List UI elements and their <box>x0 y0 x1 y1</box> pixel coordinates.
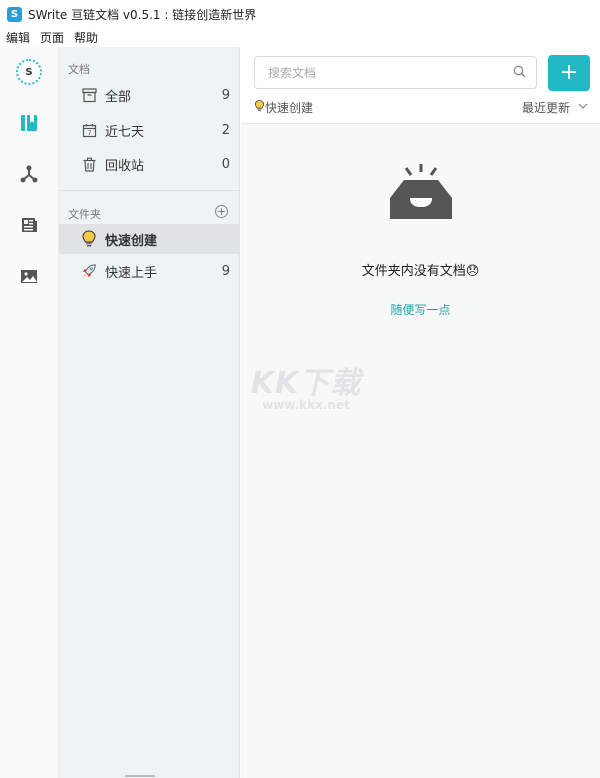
nav-item-count: 2 <box>221 122 230 138</box>
search-box[interactable] <box>254 56 537 89</box>
app-logo: S <box>7 6 22 22</box>
notebook-icon[interactable] <box>17 111 41 135</box>
nav-item-count: 0 <box>221 156 230 172</box>
resize-handle[interactable] <box>125 775 155 777</box>
graph-icon[interactable] <box>17 162 41 186</box>
lightbulb-icon <box>254 99 265 116</box>
nav-item-trash[interactable]: 回收站 0 <box>59 149 240 179</box>
menu-edit[interactable]: 编辑 <box>6 29 30 46</box>
folder-item-quick-create[interactable]: 快速创建 <box>59 224 240 254</box>
watermark-logo: KK下载 <box>250 366 362 401</box>
menu-page[interactable]: 页面 <box>40 29 64 46</box>
write-something-link[interactable]: 随便写一点 <box>241 301 600 318</box>
folder-item-count: 9 <box>221 263 230 279</box>
folder-item-label: 快速创建 <box>105 233 158 249</box>
empty-state: 文件夹内没有文档😞 随便写一点 <box>241 162 600 318</box>
current-folder-crumb: 快速创建 <box>254 99 313 116</box>
docs-section-label: 文档 <box>68 63 90 76</box>
window-title: SWrite 亘链文档 v0.5.1 : 链接创造新世界 <box>28 7 257 22</box>
divider <box>59 190 240 191</box>
lightbulb-icon <box>81 230 97 247</box>
nav-item-label: 全部 <box>105 89 132 105</box>
sort-label: 最近更新 <box>521 101 570 115</box>
add-folder-icon[interactable]: + <box>215 205 228 218</box>
image-icon[interactable] <box>17 264 41 288</box>
avatar[interactable]: S <box>16 59 42 85</box>
current-folder-name: 快速创建 <box>265 101 314 115</box>
chevron-down-icon <box>578 102 588 113</box>
search-icon[interactable] <box>513 63 526 82</box>
icon-rail: S <box>0 47 59 778</box>
newspaper-icon[interactable] <box>17 213 41 237</box>
nav-item-recent[interactable]: 7 近七天 2 <box>59 115 240 145</box>
folder-item-getting-started[interactable]: 快速上手 9 <box>59 256 240 286</box>
svg-text:7: 7 <box>87 130 91 137</box>
sort-dropdown[interactable]: 最近更新 <box>522 99 588 116</box>
folder-panel: 文档 全部 9 7 近七天 2 回收站 0 文件夹 + 快速创建 快速上手 9 <box>59 47 240 778</box>
new-document-button[interactable]: + <box>548 55 590 91</box>
title-bar: S SWrite 亘链文档 v0.5.1 : 链接创造新世界 <box>0 0 600 28</box>
nav-item-all[interactable]: 全部 9 <box>59 80 240 110</box>
trash-icon <box>81 156 97 172</box>
menu-help[interactable]: 帮助 <box>74 29 98 46</box>
empty-message: 文件夹内没有文档😞 <box>361 264 480 279</box>
folders-section-label: 文件夹 <box>68 208 101 221</box>
main-header: + 快速创建 最近更新 <box>241 47 600 124</box>
calendar-icon: 7 <box>81 122 97 138</box>
menu-bar: 编辑 页面 帮助 <box>0 28 600 46</box>
search-input[interactable] <box>268 65 513 80</box>
nav-item-count: 9 <box>221 87 230 103</box>
inbox-icon <box>81 87 97 103</box>
main-area: + 快速创建 最近更新 文件夹内没有文档😞 随便写一 <box>241 47 600 778</box>
nav-item-label: 回收站 <box>105 158 145 174</box>
nav-item-label: 近七天 <box>105 124 145 140</box>
folder-item-label: 快速上手 <box>105 265 158 281</box>
empty-inbox-icon <box>386 162 456 222</box>
watermark: KK下载 www.kkx.net <box>241 358 371 412</box>
rocket-icon <box>81 263 97 279</box>
